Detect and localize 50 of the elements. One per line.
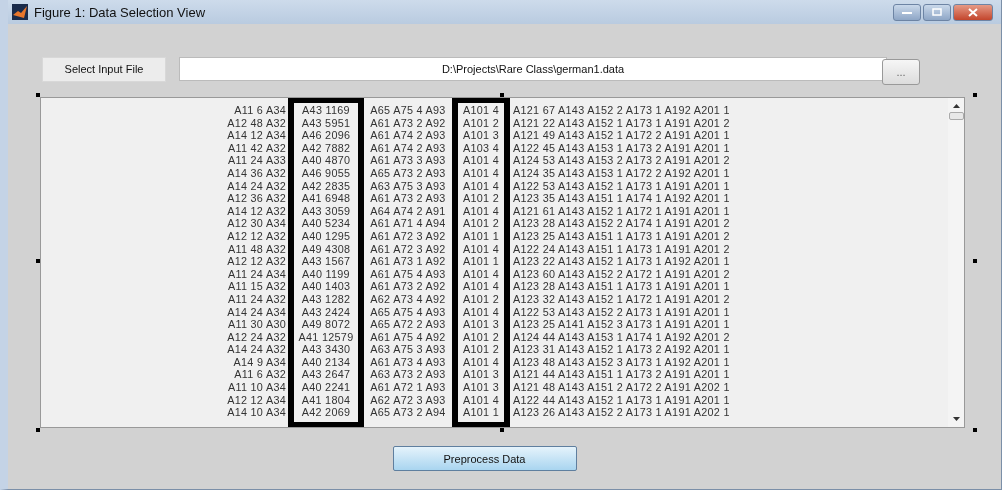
- data-row[interactable]: A12 12 A32 A43 1567 A61 A73 1 A92 A101 1 A123 22 A143 A152 1 A173 1 A192 A201 1: [41, 255, 948, 268]
- data-row[interactable]: A12 24 A32 A41 12579 A61 A75 4 A92 A101 2 A124 44 A143 A153 1 A174 1 A192 A201 2: [41, 330, 948, 344]
- app-logo-icon: [12, 4, 28, 20]
- file-path-field[interactable]: D:\Projects\Rare Class\german1.data: [179, 57, 887, 81]
- data-row[interactable]: A11 42 A32 A42 7882 A61 A74 2 A93 A103 4 A122 45 A143 A153 1 A173 2 A191 A201 1: [41, 141, 948, 155]
- preprocess-data-button[interactable]: Preprocess Data: [392, 446, 577, 471]
- data-row[interactable]: A14 36 A32 A46 9055 A65 A73 2 A93 A101 4 A124 35 A143 A153 1 A172 2 A192 A201 1: [41, 166, 948, 180]
- maximize-icon: [932, 8, 942, 16]
- data-row[interactable]: A11 24 A33 A40 4870 A61 A73 3 A93 A101 4 A124 53 A143 A153 2 A173 2 A191 A201 2: [41, 154, 948, 167]
- close-button[interactable]: [953, 3, 993, 21]
- close-icon: [968, 7, 978, 17]
- data-row[interactable]: A14 9 A34 A40 2134 A61 A73 4 A93 A101 4 A123 48 A143 A152 3 A173 1 A192 A201 1: [41, 355, 948, 369]
- maximize-button[interactable]: [923, 3, 951, 21]
- data-row[interactable]: A11 15 A32 A40 1403 A61 A73 2 A92 A101 4 A123 28 A143 A151 1 A173 1 A191 A201 1: [41, 280, 948, 293]
- selection-handle[interactable]: [500, 93, 504, 97]
- data-row[interactable]: A14 12 A34 A46 2096 A61 A74 2 A93 A101 3 A121 49 A143 A152 1 A172 2 A191 A201 1: [41, 129, 948, 142]
- scrollbar-thumb[interactable]: [948, 112, 964, 120]
- data-row[interactable]: A11 6 A32 A43 2647 A63 A73 2 A93 A101 3 A121 44 A143 A151 1 A173 2 A191 A201 1: [41, 368, 948, 382]
- data-row[interactable]: A14 24 A32 A42 2835 A63 A75 3 A93 A101 4 A122 53 A143 A152 1 A173 1 A191 A201 1: [41, 179, 948, 193]
- data-row[interactable]: A11 24 A34 A40 1199 A61 A75 4 A93 A101 4 A123 60 A143 A152 2 A172 1 A191 A201 2: [41, 267, 948, 281]
- data-row[interactable]: A12 36 A32 A41 6948 A61 A73 2 A93 A101 2 A123 35 A143 A151 1 A174 1 A192 A201 1: [41, 192, 948, 205]
- selection-handle[interactable]: [36, 428, 40, 432]
- data-row[interactable]: A14 24 A34 A43 2424 A65 A75 4 A93 A101 4 A122 53 A143 A152 2 A173 1 A191 A201 1: [41, 305, 948, 319]
- data-row[interactable]: A12 48 A32 A43 5951 A61 A73 2 A92 A101 2 A121 22 A143 A152 1 A173 1 A191 A201 2: [41, 116, 948, 130]
- window-title: Figure 1: Data Selection View: [34, 4, 206, 20]
- selection-handle[interactable]: [973, 93, 977, 97]
- data-row[interactable]: A14 12 A32 A43 3059 A64 A74 2 A91 A101 4 A121 61 A143 A152 1 A172 1 A191 A201 1: [41, 204, 948, 218]
- data-row[interactable]: A11 30 A30 A49 8072 A65 A72 2 A93 A101 3 A123 25 A141 A152 3 A173 1 A191 A201 1: [41, 318, 948, 331]
- data-row[interactable]: A11 48 A32 A49 4308 A61 A72 3 A92 A101 4 A122 24 A143 A151 1 A173 1 A191 A201 2: [41, 242, 948, 256]
- select-input-file-button[interactable]: Select Input File: [42, 56, 166, 82]
- selection-handle[interactable]: [36, 93, 40, 97]
- minimize-button[interactable]: [893, 3, 921, 21]
- data-row[interactable]: A12 12 A32 A40 1295 A61 A72 3 A92 A101 1 A123 25 A143 A151 1 A173 1 A191 A201 2: [41, 229, 948, 243]
- selection-handle[interactable]: [973, 428, 977, 432]
- data-row[interactable]: A12 30 A34 A40 5234 A61 A71 4 A94 A101 2 A123 28 A143 A152 2 A174 1 A191 A201 2: [41, 217, 948, 230]
- data-list-box[interactable]: [40, 97, 965, 428]
- selection-handle[interactable]: [973, 259, 977, 263]
- scroll-up-arrow-icon[interactable]: [952, 104, 960, 108]
- scrollbar[interactable]: [948, 98, 964, 427]
- data-row[interactable]: A11 10 A34 A40 2241 A61 A72 1 A93 A101 3 A121 48 A143 A151 2 A172 2 A191 A202 1: [41, 381, 948, 394]
- data-row[interactable]: A12 12 A34 A41 1804 A62 A72 3 A93 A101 4 A122 44 A143 A152 1 A173 1 A191 A201 1: [41, 393, 948, 407]
- selection-handle[interactable]: [36, 259, 40, 263]
- data-row[interactable]: A11 24 A32 A43 1282 A62 A73 4 A92 A101 2 A123 32 A143 A152 1 A172 1 A191 A201 2: [41, 292, 948, 306]
- scroll-down-arrow-icon[interactable]: [952, 417, 960, 421]
- selection-handle[interactable]: [500, 428, 504, 432]
- data-row[interactable]: A14 24 A32 A43 3430 A63 A75 3 A93 A101 2 A123 31 A143 A152 1 A173 2 A192 A201 1: [41, 343, 948, 356]
- data-row[interactable]: A14 10 A34 A42 2069 A65 A73 2 A94 A101 1 A123 26 A143 A152 2 A173 1 A191 A202 1: [41, 406, 948, 419]
- browse-button[interactable]: ...: [882, 59, 920, 85]
- minimize-icon: [902, 9, 912, 15]
- data-row[interactable]: A11 6 A34 A43 1169 A65 A75 4 A93 A101 4 A121 67 A143 A152 2 A173 1 A192 A201 1: [41, 104, 948, 117]
